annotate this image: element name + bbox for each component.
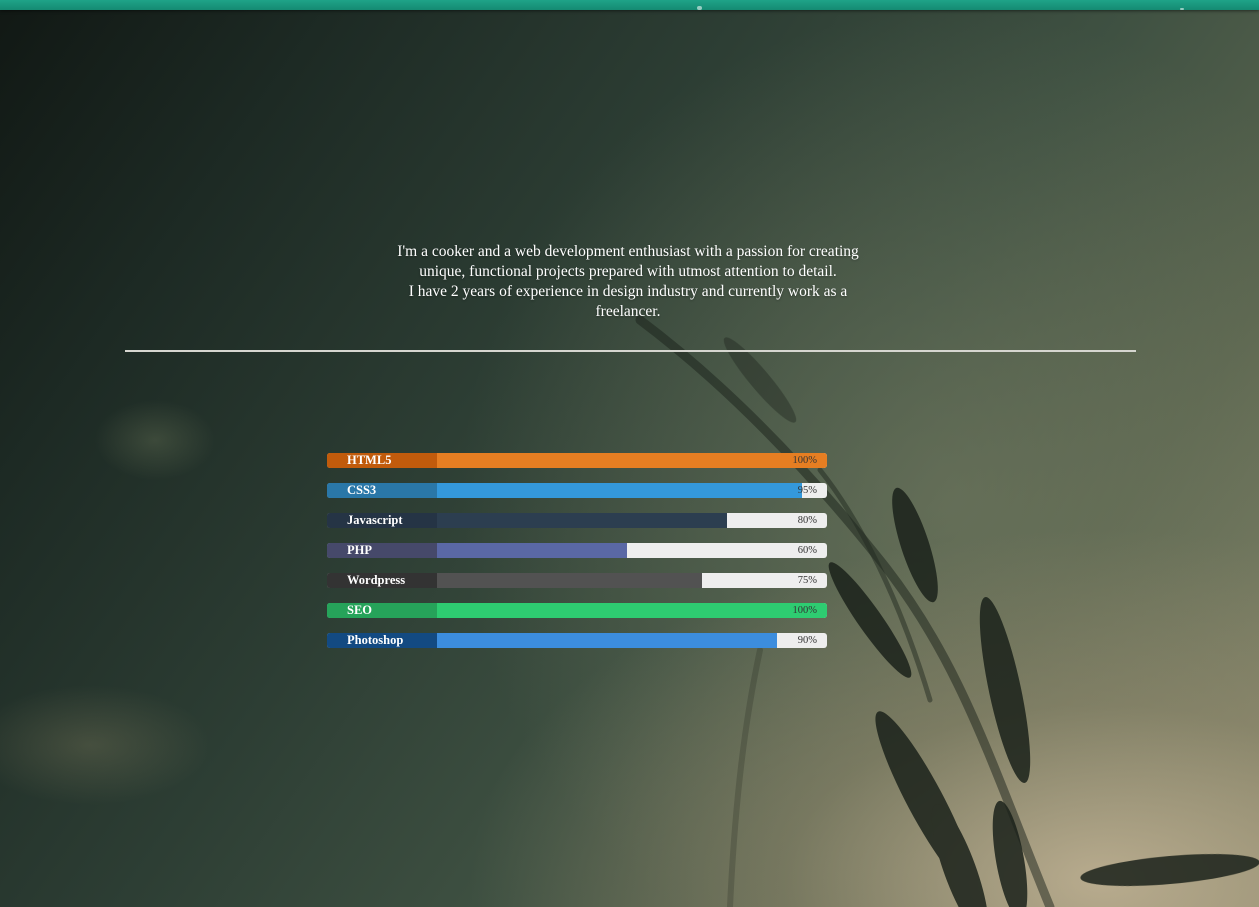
skill-bar-html5: HTML5 100% — [327, 453, 827, 468]
top-bar-dot — [697, 6, 702, 10]
skills-list: HTML5 100% CSS3 95% Javascript 80% PHP 6… — [327, 453, 827, 663]
top-bar-dot — [1180, 8, 1184, 10]
skill-label: PHP — [327, 543, 437, 558]
top-accent-bar — [0, 0, 1259, 10]
skill-bar-photoshop: Photoshop 90% — [327, 633, 827, 648]
skill-bar-css3: CSS3 95% — [327, 483, 827, 498]
skill-bar-javascript: Javascript 80% — [327, 513, 827, 528]
skill-percent: 80% — [797, 515, 817, 526]
skill-percent: 100% — [792, 455, 818, 466]
intro-paragraph-1: I'm a cooker and a web development enthu… — [397, 243, 859, 280]
section-divider — [125, 350, 1136, 352]
skill-label: HTML5 — [327, 453, 437, 468]
skill-percent: 90% — [797, 635, 817, 646]
skill-percent: 100% — [792, 605, 818, 616]
skill-percent: 95% — [797, 485, 817, 496]
skill-percent: 75% — [797, 575, 817, 586]
skill-bar-seo: SEO 100% — [327, 603, 827, 618]
skill-label: Javascript — [327, 513, 437, 528]
skill-label: CSS3 — [327, 483, 437, 498]
intro-paragraph-2: I have 2 years of experience in design i… — [408, 283, 848, 320]
skill-bar-wordpress: Wordpress 75% — [327, 573, 827, 588]
skill-percent: 60% — [797, 545, 817, 556]
skill-label: SEO — [327, 603, 437, 618]
skill-label: Photoshop — [327, 633, 437, 648]
intro-text: I'm a cooker and a web development enthu… — [378, 242, 878, 322]
skill-bar-php: PHP 60% — [327, 543, 827, 558]
skill-label: Wordpress — [327, 573, 437, 588]
